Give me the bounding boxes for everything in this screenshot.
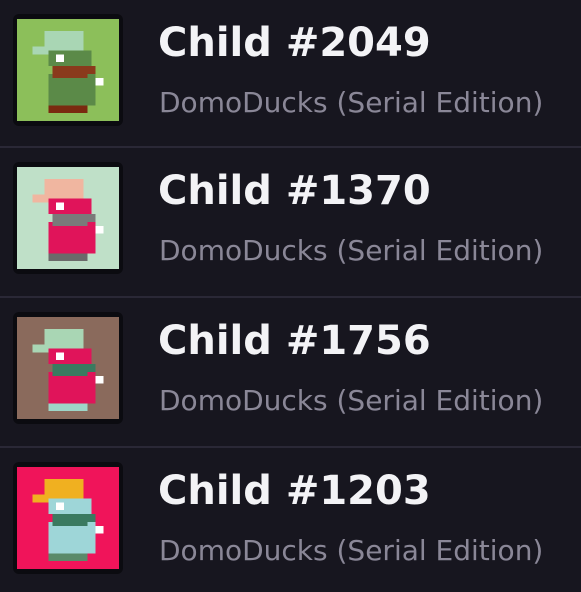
item-collection: DomoDucks (Serial Edition) [159, 384, 544, 417]
list-item[interactable]: Child #1756 DomoDucks (Serial Edition) [0, 298, 581, 448]
nft-thumbnail [13, 14, 123, 126]
pixel-duck-pink-icon [17, 167, 119, 269]
pixel-duck-green-icon [17, 19, 119, 121]
item-collection: DomoDucks (Serial Edition) [159, 234, 544, 267]
item-title: Child #2049 [158, 20, 431, 66]
item-collection: DomoDucks (Serial Edition) [159, 534, 544, 567]
item-collection: DomoDucks (Serial Edition) [159, 86, 544, 119]
nft-thumbnail [13, 162, 123, 274]
list-item[interactable]: Child #1370 DomoDucks (Serial Edition) [0, 148, 581, 298]
nft-list: Child #2049 DomoDucks (Serial Edition) C… [0, 0, 581, 592]
item-title: Child #1203 [158, 468, 431, 514]
pixel-duck-brown-icon [17, 317, 119, 419]
nft-thumbnail [13, 462, 123, 574]
item-title: Child #1756 [158, 318, 431, 364]
pixel-duck-red-icon [17, 467, 119, 569]
nft-thumbnail [13, 312, 123, 424]
item-title: Child #1370 [158, 168, 431, 214]
list-item[interactable]: Child #2049 DomoDucks (Serial Edition) [0, 0, 581, 150]
list-item[interactable]: Child #1203 DomoDucks (Serial Edition) [0, 448, 581, 592]
